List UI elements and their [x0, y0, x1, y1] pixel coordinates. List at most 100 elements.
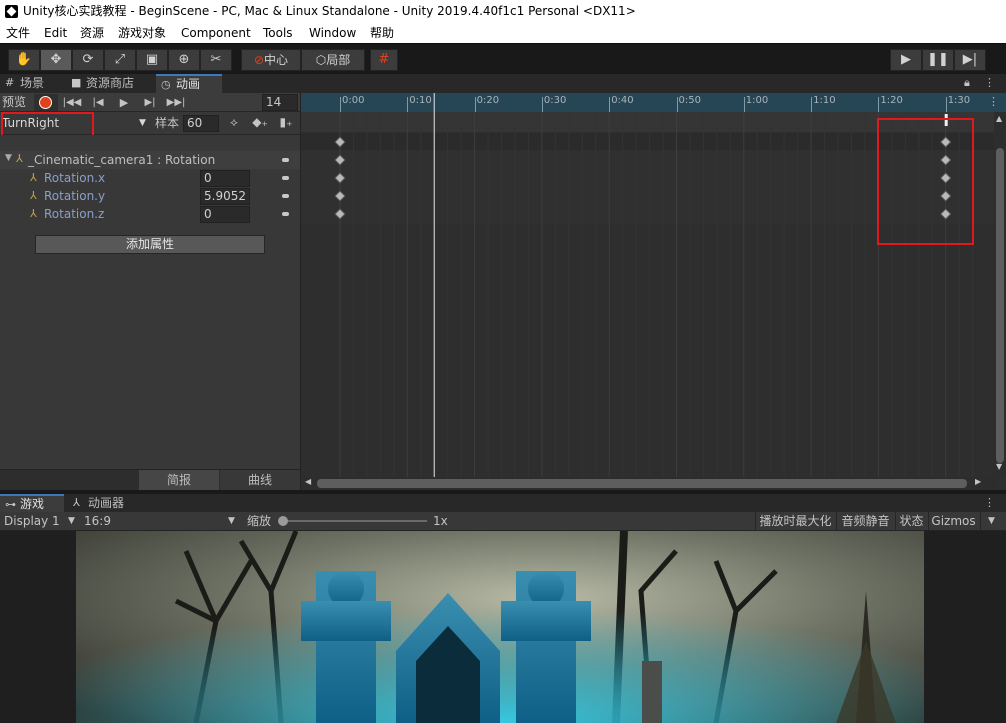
add-event-icon[interactable]: ▮₊: [278, 115, 294, 129]
track-options-icon[interactable]: [282, 194, 289, 198]
dropdown-arrow-icon: ▼: [68, 516, 75, 526]
scroll-left-icon[interactable]: ◀: [305, 477, 311, 486]
transform-axis-icon: ⅄: [30, 171, 37, 184]
vertical-scrollbar[interactable]: ▲ ▼: [994, 112, 1006, 477]
preview-toggle[interactable]: 预览: [2, 94, 32, 111]
keyframe-diamond[interactable]: [334, 172, 346, 184]
pause-icon: ❚❚: [927, 52, 949, 67]
tab-asset-store[interactable]: ■ 资源商店: [66, 74, 154, 93]
play-icon: ▶: [119, 96, 129, 109]
rect-tool-button[interactable]: ▣: [136, 49, 168, 71]
property-value-field[interactable]: 5.9052: [200, 188, 250, 205]
scale-value: 1x: [433, 514, 448, 528]
stats-toggle[interactable]: 状态: [895, 512, 927, 530]
keyframe-diamond[interactable]: [334, 208, 346, 220]
gizmos-dropdown-icon[interactable]: ▼: [980, 512, 1002, 530]
gizmos-toggle[interactable]: Gizmos: [928, 512, 978, 530]
sample-field[interactable]: 60: [183, 115, 219, 132]
keyframe-diamond[interactable]: [334, 136, 346, 148]
property-value-field[interactable]: 0: [200, 170, 250, 187]
menu-dots-icon[interactable]: ⋮: [984, 76, 995, 89]
space-toggle[interactable]: ⬡局部: [301, 49, 365, 71]
add-keyframe-curve-icon[interactable]: ⟡: [226, 115, 242, 130]
menu-component[interactable]: Component: [181, 23, 251, 43]
expand-arrow-icon[interactable]: ▼: [5, 153, 12, 163]
menu-help[interactable]: 帮助: [370, 23, 394, 43]
transform-tool-button[interactable]: ⊕: [168, 49, 200, 71]
property-row-rotation-x[interactable]: ⅄ Rotation.x 0: [0, 169, 300, 187]
object-track-row[interactable]: ▼ ⅄ _Cinematic_camera1 : Rotation: [0, 151, 300, 169]
clock-icon: ◷: [161, 78, 171, 91]
maximize-on-play-toggle[interactable]: 播放时最大化: [755, 512, 835, 530]
title-bar: Unity核心实践教程 - BeginScene - PC, Mac & Lin…: [0, 0, 1006, 23]
rotate-tool-button[interactable]: ⟳: [72, 49, 104, 71]
menu-window[interactable]: Window: [309, 23, 356, 43]
pause-button[interactable]: ❚❚: [922, 49, 954, 71]
skip-forward-icon: ▶▶|: [166, 97, 186, 108]
custom-tool-button[interactable]: ✂: [200, 49, 232, 71]
tab-animation[interactable]: ◷ 动画: [156, 74, 222, 93]
record-button[interactable]: [34, 94, 58, 111]
aspect-label: 16:9: [84, 514, 111, 528]
track-options-icon[interactable]: [282, 212, 289, 216]
menu-bar: 文件 Edit 资源 游戏对象 Component Tools Window 帮…: [0, 23, 1006, 43]
add-property-button[interactable]: 添加属性: [35, 235, 265, 254]
vscroll-thumb[interactable]: [996, 148, 1004, 463]
last-key-button[interactable]: ▶▶|: [164, 94, 188, 111]
menu-assets[interactable]: 资源: [80, 23, 104, 43]
cube-icon: ⬡: [315, 53, 327, 67]
track-options-icon[interactable]: [282, 158, 289, 162]
scroll-up-icon[interactable]: ▲: [996, 114, 1002, 123]
mute-audio-toggle[interactable]: 音频静音: [836, 512, 894, 530]
object-label: _Cinematic_camera1 : Rotation: [28, 153, 216, 167]
pivot-toggle[interactable]: ⊘中心: [241, 49, 301, 71]
menu-dots-icon[interactable]: ⋮: [984, 496, 995, 509]
move-tool-button[interactable]: ✥: [40, 49, 72, 71]
aspect-dropdown[interactable]: 16:9 ▼: [84, 512, 240, 530]
custom-tool-icon: ✂: [210, 52, 222, 67]
scale-tool-button[interactable]: ⤢: [104, 49, 136, 71]
track-options-icon[interactable]: [282, 176, 289, 180]
dropdown-arrow-icon: ▼: [139, 118, 146, 128]
add-keyframe-icon[interactable]: ◆₊: [250, 115, 270, 129]
keyframe-highlight-box: [877, 118, 974, 245]
property-row-rotation-z[interactable]: ⅄ Rotation.z 0: [0, 205, 300, 223]
scale-slider-handle[interactable]: [278, 516, 288, 526]
display-dropdown[interactable]: Display 1 ▼: [4, 512, 78, 530]
game-render-image[interactable]: [76, 531, 924, 723]
horizontal-scrollbar[interactable]: ◀ ▶: [301, 477, 998, 490]
shopping-bag-icon: ■: [71, 76, 82, 89]
frame-field[interactable]: 14: [262, 94, 298, 111]
window-title: Unity核心实践教程 - BeginScene - PC, Mac & Lin…: [23, 4, 636, 18]
next-key-button[interactable]: ▶|: [138, 94, 162, 111]
prev-key-button[interactable]: |◀: [86, 94, 110, 111]
lock-icon[interactable]: 🔒︎: [964, 76, 970, 90]
scrollbar-thumb[interactable]: [317, 479, 967, 488]
menu-tools[interactable]: Tools: [263, 23, 293, 43]
tab-scene[interactable]: # 场景: [0, 74, 66, 93]
animation-hierarchy-pane: 预览 |◀◀ |◀ ▶ ▶| ▶▶| 14 TurnRight ▼ 样本 60 …: [0, 93, 301, 490]
keyframe-diamond[interactable]: [334, 190, 346, 202]
record-icon: [40, 97, 51, 108]
hand-tool-button[interactable]: ✋: [8, 49, 40, 71]
property-value-field[interactable]: 0: [200, 206, 250, 223]
scale-icon: ⤢: [114, 52, 126, 67]
anim-play-button[interactable]: ▶: [112, 94, 136, 111]
menu-edit[interactable]: Edit: [44, 23, 67, 43]
keyframe-diamond[interactable]: [334, 154, 346, 166]
first-key-button[interactable]: |◀◀: [60, 94, 84, 111]
grid-snap-button[interactable]: #: [370, 49, 398, 71]
property-row-rotation-y[interactable]: ⅄ Rotation.y 5.9052: [0, 187, 300, 205]
menu-file[interactable]: 文件: [6, 23, 30, 43]
curves-tab[interactable]: 曲线: [220, 470, 300, 490]
transform-axis-icon: ⅄: [16, 152, 23, 165]
menu-gameobject[interactable]: 游戏对象: [118, 23, 166, 43]
tab-animator[interactable]: ⅄ 动画器: [68, 494, 138, 513]
scroll-right-icon[interactable]: ▶: [975, 477, 981, 486]
scroll-down-icon[interactable]: ▼: [996, 462, 1002, 471]
scale-slider-track[interactable]: [284, 520, 427, 522]
play-button[interactable]: ▶: [890, 49, 922, 71]
tab-game[interactable]: ⊶ 游戏: [0, 494, 64, 513]
step-button[interactable]: ▶|: [954, 49, 986, 71]
dopesheet-tab[interactable]: 简报: [139, 470, 219, 490]
